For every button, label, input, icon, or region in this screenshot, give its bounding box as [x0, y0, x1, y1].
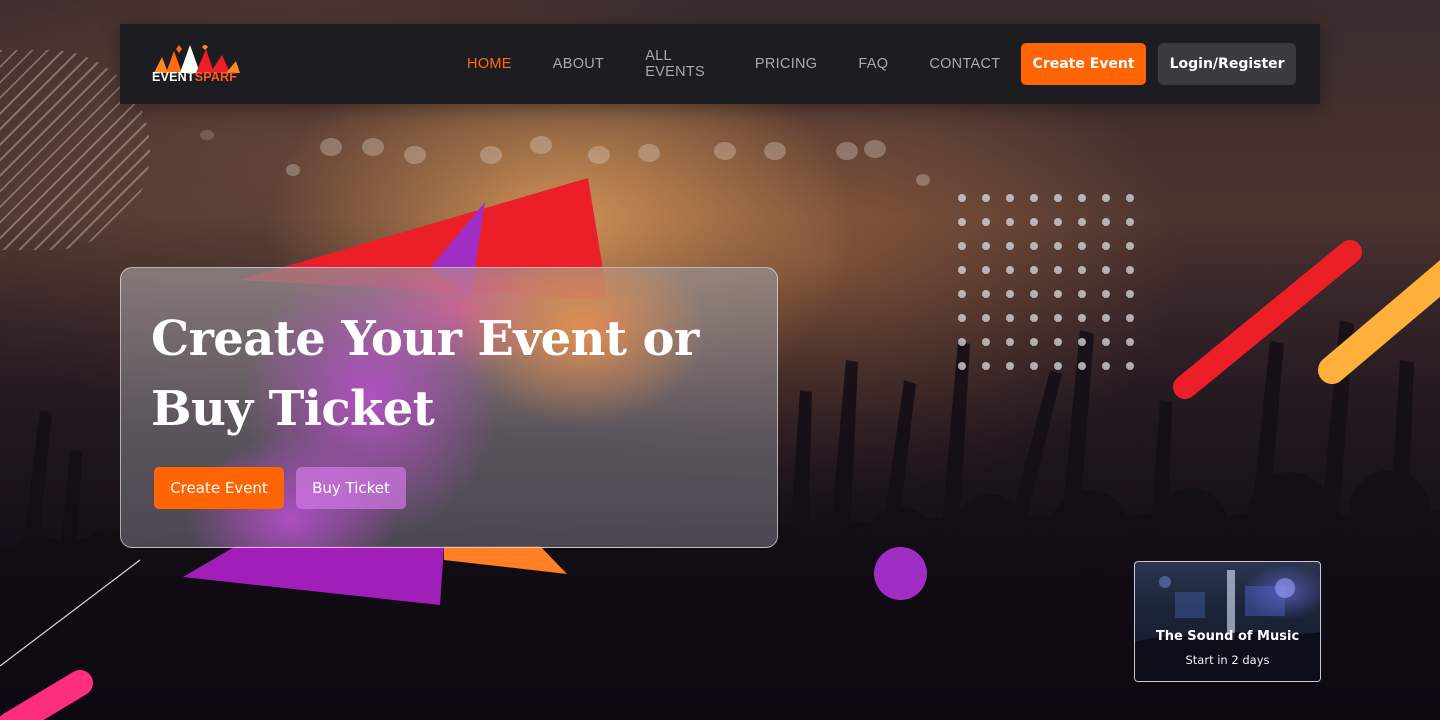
top-navbar: EVENTSPARF HOME ABOUT ALL EVENTS PRICING…	[120, 24, 1320, 104]
orange-bottom-triangle-shape	[444, 546, 567, 574]
event-countdown: Start in 2 days	[1185, 653, 1270, 667]
hero-card: Create Your Event or Buy Ticket Create E…	[120, 267, 778, 548]
hero-actions: Create Event Buy Ticket	[154, 467, 406, 509]
hero-title-line1: Create Your Event or	[151, 311, 699, 367]
pink-diagonal-bar	[0, 670, 93, 720]
purple-bottom-triangle-shape	[183, 546, 444, 605]
logo-wordmark: EVENTSPARF	[152, 69, 238, 84]
hero-create-event-button[interactable]: Create Event	[154, 467, 284, 509]
nav-link-faq[interactable]: FAQ	[838, 56, 909, 72]
eventsparf-logo[interactable]: EVENTSPARF	[152, 44, 403, 84]
yellow-diagonal-bar	[1318, 260, 1440, 384]
nav-link-home[interactable]: HOME	[447, 56, 533, 72]
purple-circle-decoration	[874, 547, 927, 600]
upcoming-event-card[interactable]: The Sound of Music Start in 2 days	[1134, 561, 1321, 682]
nav-link-pricing[interactable]: PRICING	[734, 56, 838, 72]
hero-title: Create Your Event or Buy Ticket	[151, 304, 751, 444]
main-menu: HOME ABOUT ALL EVENTS PRICING FAQ CONTAC…	[447, 48, 1021, 80]
logo-flame-icon	[154, 44, 240, 73]
login-register-button[interactable]: Login/Register	[1158, 43, 1296, 85]
nav-link-all-events[interactable]: ALL EVENTS	[625, 48, 735, 80]
hero-title-line2: Buy Ticket	[151, 381, 435, 437]
nav-link-contact[interactable]: CONTACT	[909, 56, 1021, 72]
event-title: The Sound of Music	[1155, 629, 1300, 644]
thin-line-decoration	[0, 559, 141, 667]
nav-create-event-button[interactable]: Create Event	[1020, 43, 1147, 85]
nav-link-about[interactable]: ABOUT	[532, 56, 624, 72]
hero-buy-ticket-button[interactable]: Buy Ticket	[296, 467, 406, 509]
